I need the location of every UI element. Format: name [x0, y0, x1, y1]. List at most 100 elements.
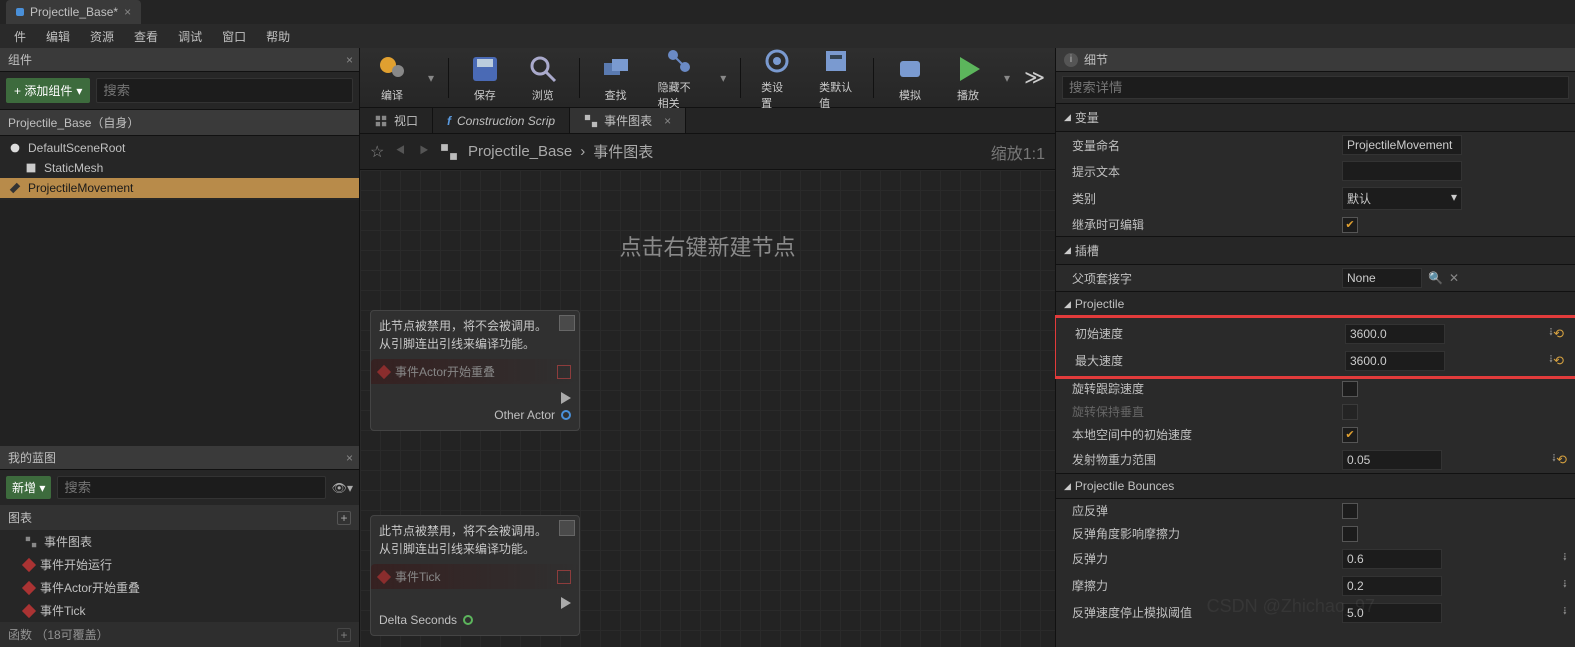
gravity-input[interactable] [1342, 450, 1442, 470]
hide-unrelated-button[interactable]: 隐藏不相关 [652, 48, 707, 113]
eye-icon[interactable]: 👁▾ [332, 481, 353, 495]
node-toggle-icon[interactable] [557, 570, 571, 584]
node-header[interactable]: 事件Tick [371, 564, 579, 589]
graph-canvas[interactable]: 点击右键新建节点 此节点被禁用，将不会被调用。 从引脚连出引线来编译功能。 事件… [360, 170, 1055, 647]
file-tab-title: Projectile_Base* [30, 5, 118, 19]
graph-item[interactable]: 事件Tick [0, 599, 359, 622]
tab-construction-script[interactable]: f Construction Scrip [433, 108, 570, 133]
menu-file[interactable]: 件 [6, 25, 34, 48]
tree-item-selected[interactable]: ProjectileMovement [0, 178, 359, 198]
data-pin-icon[interactable] [463, 615, 473, 625]
graph-node[interactable]: 此节点被禁用，将不会被调用。 从引脚连出引线来编译功能。 事件Tick Delt… [370, 515, 580, 636]
data-pin-icon[interactable] [561, 410, 571, 420]
tooltip-input[interactable] [1342, 161, 1462, 181]
parent-socket-input[interactable] [1342, 268, 1422, 288]
component-root-header[interactable]: Projectile_Base（自身） [0, 109, 359, 136]
exec-pin-icon[interactable] [561, 392, 571, 404]
bounciness-input[interactable] [1342, 549, 1442, 569]
menu-help[interactable]: 帮助 [258, 25, 298, 48]
menu-debug[interactable]: 调试 [170, 25, 210, 48]
browse-button[interactable]: 浏览 [521, 51, 565, 105]
tab-event-graph[interactable]: 事件图表 × [570, 108, 686, 133]
section-bounces[interactable]: Projectile Bounces [1056, 473, 1575, 499]
graph-icon [584, 114, 598, 128]
graph-item[interactable]: 事件开始运行 [0, 553, 359, 576]
forward-icon[interactable]: ⯈ [417, 143, 430, 161]
back-icon[interactable]: ⯇ [394, 143, 407, 161]
projectile-icon [8, 181, 22, 195]
components-tab[interactable]: 组件 × [0, 48, 359, 72]
node-toggle-icon[interactable] [557, 365, 571, 379]
graph-node[interactable]: 此节点被禁用，将不会被调用。 从引脚连出引线来编译功能。 事件Actor开始重叠… [370, 310, 580, 431]
close-icon[interactable]: × [346, 451, 353, 465]
add-component-button[interactable]: + 添加组件▾ [6, 78, 90, 103]
graph-item[interactable]: 事件图表 [0, 530, 359, 553]
menu-view[interactable]: 查看 [126, 25, 166, 48]
tree-item[interactable]: DefaultSceneRoot [0, 138, 359, 158]
overflow-icon[interactable]: ≫ [1024, 65, 1045, 90]
section-slot[interactable]: 插槽 [1056, 236, 1575, 265]
exec-pin-icon[interactable] [561, 597, 571, 609]
rot-follow-checkbox[interactable] [1342, 381, 1358, 397]
blueprint-search-input[interactable] [57, 476, 325, 499]
event-icon [22, 603, 36, 617]
max-speed-input[interactable] [1345, 351, 1445, 371]
prop-label: 摩擦力 [1072, 577, 1342, 594]
simulate-button[interactable]: 模拟 [888, 51, 932, 105]
component-search-input[interactable] [96, 78, 353, 103]
class-defaults-button[interactable]: 类默认值 [813, 48, 859, 113]
menu-asset[interactable]: 资源 [82, 25, 122, 48]
section-projectile[interactable]: Projectile [1056, 291, 1575, 317]
node-header[interactable]: 事件Actor开始重叠 [371, 359, 579, 384]
save-button[interactable]: 保存 [463, 51, 507, 105]
graph-item[interactable]: 事件Actor开始重叠 [0, 576, 359, 599]
tab-viewport[interactable]: 视口 [360, 108, 433, 133]
angle-affects-checkbox[interactable] [1342, 526, 1358, 542]
reset-icon[interactable]: ⟲ [1556, 452, 1567, 468]
initial-speed-input[interactable] [1345, 324, 1445, 344]
blueprint-icon [16, 8, 24, 16]
info-icon: i [1064, 53, 1078, 67]
file-tab[interactable]: Projectile_Base* × [6, 0, 141, 24]
variable-name-input[interactable] [1342, 135, 1462, 155]
spinner-icon[interactable]: ⭭ [1563, 548, 1567, 569]
myblueprint-tab[interactable]: 我的蓝图 × [0, 446, 359, 470]
section-variable[interactable]: 变量 [1056, 103, 1575, 132]
find-button[interactable]: 查找 [594, 51, 638, 105]
editor-tabs: 视口 f Construction Scrip 事件图表 × [360, 108, 1055, 134]
breadcrumb[interactable]: Projectile_Base › 事件图表 [468, 141, 653, 162]
stop-threshold-input[interactable] [1342, 603, 1442, 623]
close-icon[interactable]: × [664, 114, 671, 128]
functions-section-header[interactable]: 函数 （18可覆盖） + [0, 622, 359, 647]
play-button[interactable]: 播放 [946, 51, 990, 105]
reset-icon[interactable]: ⟲ [1553, 353, 1564, 369]
menu-window[interactable]: 窗口 [214, 25, 254, 48]
chevron-down-icon: ▾ [76, 84, 82, 98]
reset-icon[interactable]: ⟲ [1553, 326, 1564, 342]
details-search-input[interactable] [1062, 76, 1569, 99]
add-graph-icon[interactable]: + [337, 511, 351, 525]
close-icon[interactable]: × [346, 53, 353, 67]
local-space-checkbox[interactable]: ✔ [1342, 427, 1358, 443]
prop-label: 旋转跟踪速度 [1072, 380, 1342, 397]
spinner-icon[interactable]: ⭭ [1563, 602, 1567, 623]
menu-edit[interactable]: 编辑 [38, 25, 78, 48]
add-function-icon[interactable]: + [337, 628, 351, 642]
editable-checkbox[interactable]: ✔ [1342, 217, 1358, 233]
chevron-down-icon: ▾ [1451, 190, 1457, 207]
class-settings-button[interactable]: 类设置 [755, 48, 799, 113]
prop-label: 本地空间中的初始速度 [1072, 426, 1342, 443]
star-icon[interactable]: ☆ [370, 142, 384, 162]
graph-section-header[interactable]: 图表 + [0, 505, 359, 530]
clear-icon[interactable]: ✕ [1449, 271, 1459, 285]
spinner-icon[interactable]: ⭭ [1563, 575, 1567, 596]
compile-button[interactable]: 编译 [370, 51, 414, 105]
new-button[interactable]: 新增 ▾ [6, 476, 51, 499]
details-tab[interactable]: i 细节 [1056, 48, 1575, 72]
friction-input[interactable] [1342, 576, 1442, 596]
tree-item[interactable]: StaticMesh [0, 158, 359, 178]
should-bounce-checkbox[interactable] [1342, 503, 1358, 519]
category-select[interactable]: 默认▾ [1342, 187, 1462, 210]
search-icon[interactable]: 🔍 [1428, 271, 1443, 285]
close-icon[interactable]: × [124, 5, 131, 19]
